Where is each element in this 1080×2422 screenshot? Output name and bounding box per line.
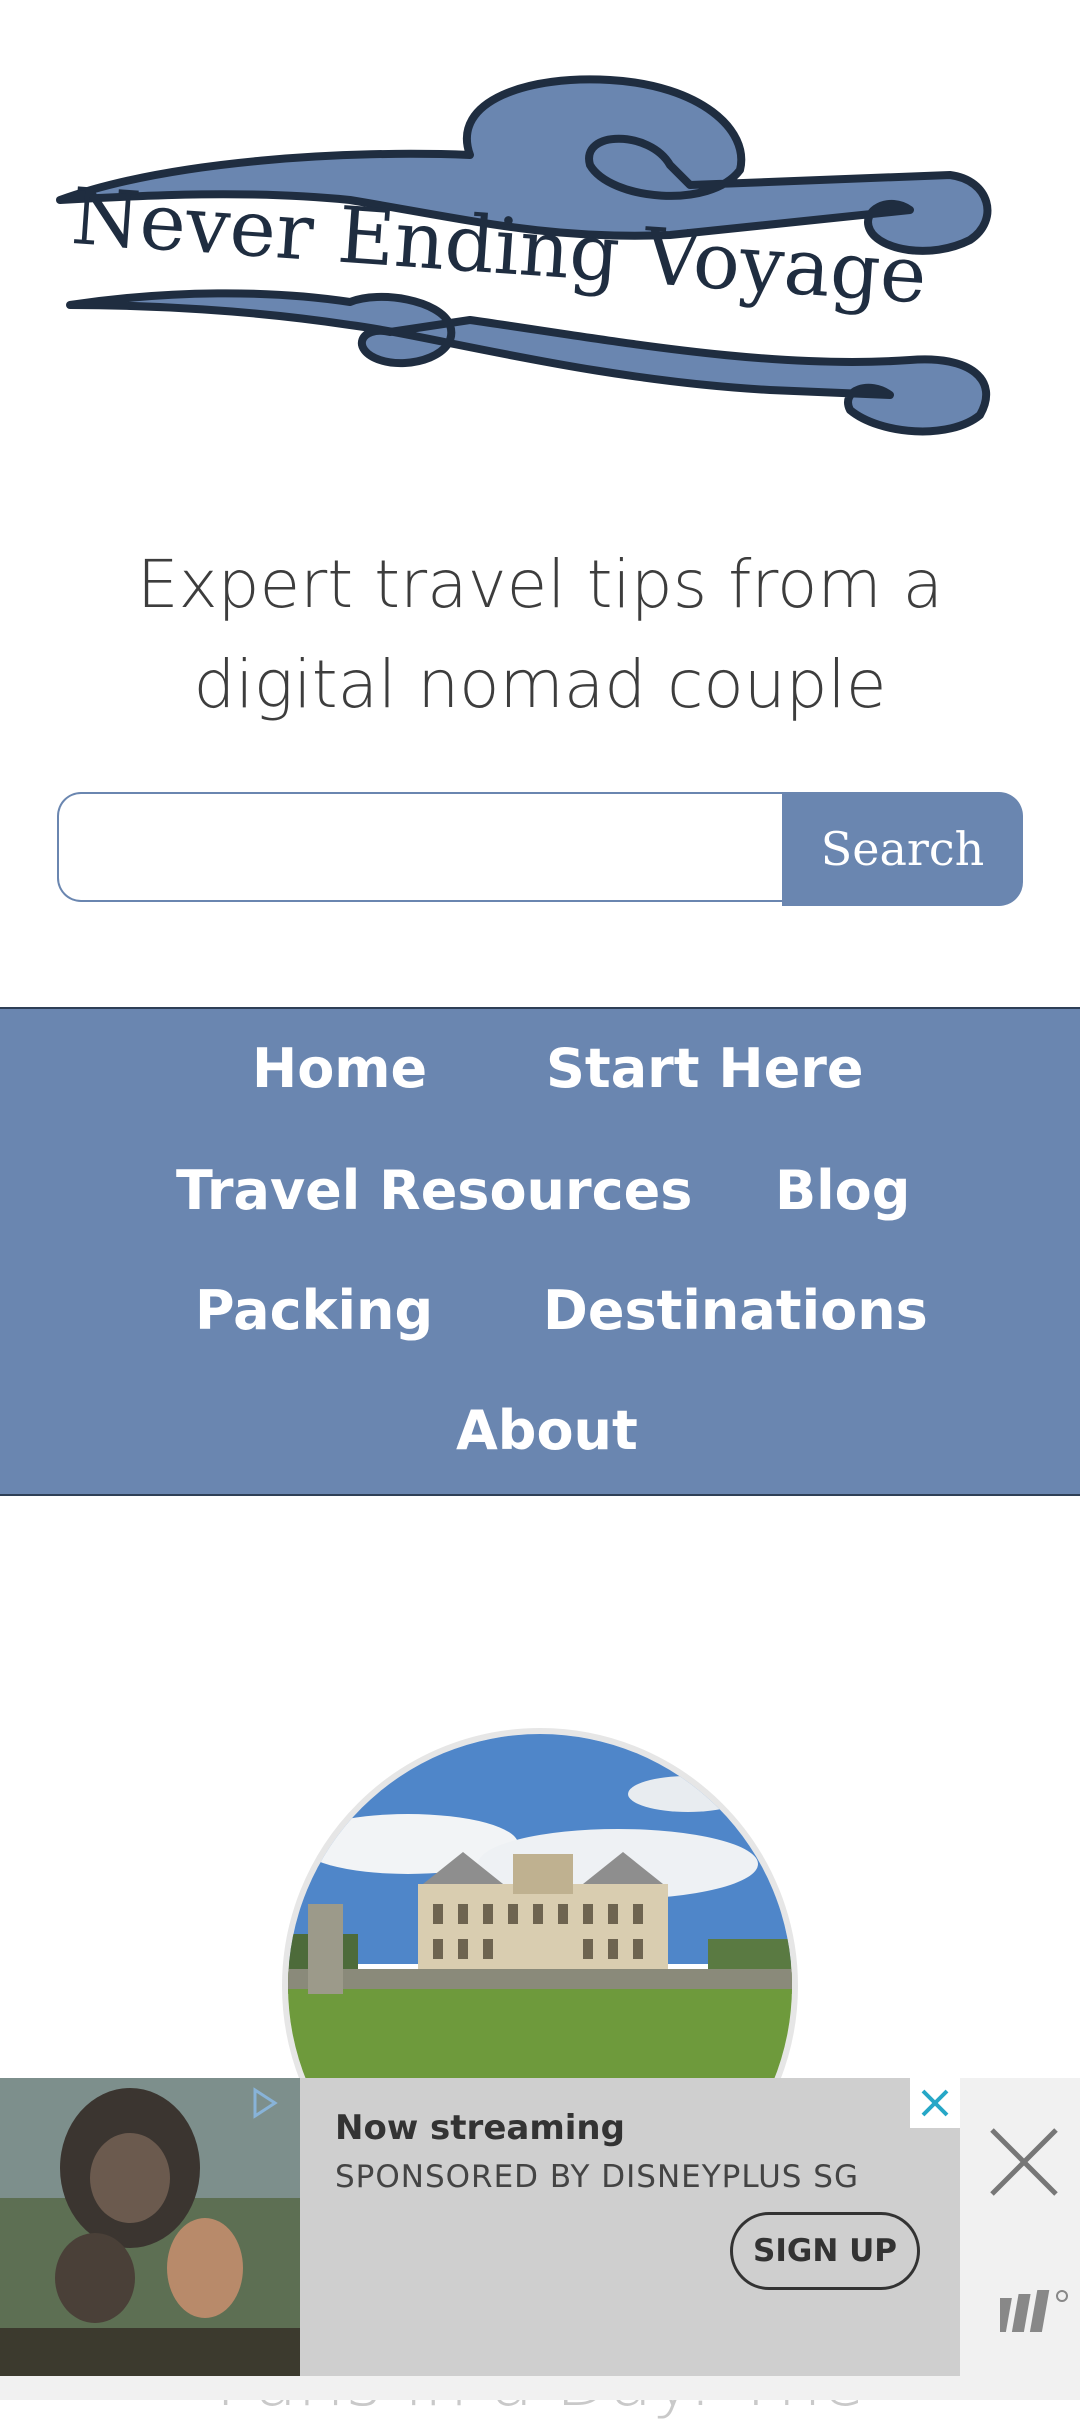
nav-item-blog[interactable]: Blog [775,1159,910,1222]
ad-dismiss-icon[interactable] [910,2078,960,2128]
search-button[interactable]: Search [782,792,1023,906]
nav-item-home[interactable]: Home [252,1037,427,1100]
ad-sponsor: SPONSORED BY DISNEYPLUS SG [335,2159,859,2195]
search-form: Search [57,792,1023,906]
site-logo[interactable]: Never Ending Voyage [50,70,1010,450]
nav-item-start-here[interactable]: Start Here [546,1037,863,1100]
close-icon[interactable] [984,2122,1064,2202]
site-tagline: Expert travel tips from a digital nomad … [0,535,1080,735]
nav-item-destinations[interactable]: Destinations [543,1279,928,1342]
ad-signup-button[interactable]: SIGN UP [730,2212,920,2290]
ad-banner[interactable]: Now streaming SPONSORED BY DISNEYPLUS SG… [0,2078,1080,2400]
tagline-line-1: Expert travel tips from a [136,546,944,623]
nav-item-packing[interactable]: Packing [195,1279,433,1342]
main-nav: Home Start Here Travel Resources Blog Pa… [0,1007,1080,1496]
nav-item-about[interactable]: About [456,1399,638,1462]
nav-item-travel-resources[interactable]: Travel Resources [176,1159,692,1222]
ad-headline: Now streaming [335,2108,625,2148]
tagline-line-2: digital nomad couple [193,646,887,723]
ad-image[interactable] [0,2078,300,2376]
ad-content[interactable]: Now streaming SPONSORED BY DISNEYPLUS SG… [300,2078,960,2376]
search-input[interactable] [57,792,782,902]
ad-network-icon[interactable] [993,2286,1070,2334]
